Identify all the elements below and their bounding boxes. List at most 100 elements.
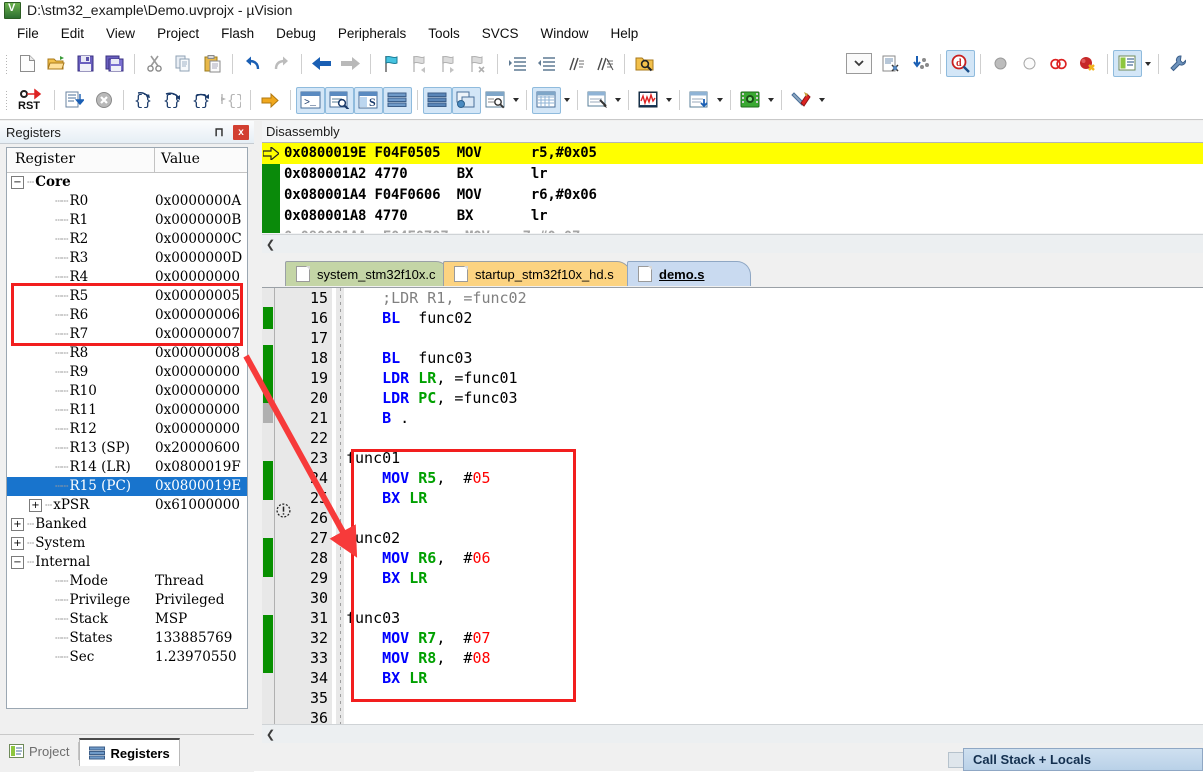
register-row[interactable]: − ┄ Internal [7,553,247,572]
paste-icon[interactable] [198,50,227,77]
editor-code-line[interactable] [346,428,1203,448]
collapse-icon[interactable]: − [11,556,24,569]
register-row[interactable]: ┄┄ R0 0x0000000A [7,192,247,211]
warning-breakpoint-icon[interactable] [276,503,291,518]
disassembly-line[interactable]: 0x080001A4 F04F0606 MOV r6,#0x06 [262,185,1203,206]
target-options-icon[interactable] [877,50,906,77]
register-row[interactable]: ┄┄ R6 0x00000006 [7,306,247,325]
disassembly-hscrollbar[interactable]: ❮ [262,234,1203,253]
editor-code-line[interactable]: func02 [346,528,1203,548]
expand-icon[interactable]: + [29,499,42,512]
panel-tab-project[interactable]: Project [0,738,78,764]
registers-tree[interactable]: Register Value − ┄ Core ┄┄ R0 0x0000000A ┄┄ R1 0… [6,147,248,709]
disassembly-line[interactable]: 0x0800019E F04F0505 MOV r5,#0x05 [262,143,1203,164]
register-row[interactable]: ┄┄ R9 0x00000000 [7,363,247,382]
step-over-icon[interactable]: {} [158,87,187,114]
code-editor[interactable]: 15 16 17 18 19 20 21 22 23 24 25 26 27 28 29 30 31 32 33 34… [262,287,1203,743]
register-row[interactable]: ┄┄ R1 0x0000000B [7,211,247,230]
configure-tools-2-icon[interactable] [787,87,816,114]
editor-code-line[interactable]: B . [346,408,1203,428]
pin-icon[interactable]: ⊓ [211,124,227,140]
editor-code-line[interactable]: BX LR [346,668,1203,688]
register-row[interactable]: ┄┄ Sec 1.23970550 [7,648,247,667]
menu-view[interactable]: View [95,23,146,44]
analysis-caret[interactable] [612,88,623,113]
new-file-icon[interactable] [13,50,42,77]
editor-code-line[interactable]: MOV R6, #06 [346,548,1203,568]
scroll-left-icon[interactable]: ❮ [262,726,279,743]
expand-icon[interactable]: + [11,518,24,531]
disassembly-line[interactable]: 0x080001A8 4770 BX lr [262,206,1203,227]
editor-tab-system-stm32f10x-c[interactable]: system_stm32f10x.c [285,261,450,286]
register-row[interactable]: ┄┄ R14 (LR) 0x0800019F [7,458,247,477]
editor-code-line[interactable]: func03 [346,608,1203,628]
editor-code-line[interactable]: BL func03 [346,348,1203,368]
register-row[interactable]: ┄┄ R5 0x00000005 [7,287,247,306]
register-row[interactable]: + ┄ Banked [7,515,247,534]
editor-code-line[interactable]: LDR LR, =func01 [346,368,1203,388]
cut-icon[interactable] [140,50,169,77]
menu-project[interactable]: Project [146,23,210,44]
batch-build-icon[interactable] [906,50,935,77]
register-row[interactable]: ┄┄ R10 0x00000000 [7,382,247,401]
serial-window-icon[interactable] [532,86,561,114]
link-icon[interactable] [1044,50,1073,77]
manage-components-caret[interactable] [1142,51,1153,76]
editor-code-line[interactable] [346,508,1203,528]
run-icon[interactable] [60,87,89,114]
callstack-splitter[interactable] [948,752,964,768]
symbols-window-icon[interactable]: S [354,86,383,114]
register-row[interactable]: ┄┄ Mode Thread [7,572,247,591]
bookmark-toggle-icon[interactable] [376,50,405,77]
disassembly-body[interactable]: 0x0800019E F04F0505 MOV r5,#0x05 0x080001… [262,142,1203,233]
step-into-icon[interactable]: {} [129,87,158,114]
bookmark-next-icon[interactable] [434,50,463,77]
magnifier-debug-icon[interactable]: d [946,50,975,77]
editor-breakpoint-margin[interactable] [275,288,294,725]
comment-icon[interactable] [561,50,590,77]
configure-tools-icon[interactable] [1164,50,1193,77]
reset-cpu-icon[interactable]: RST [13,87,49,114]
editor-code-line[interactable] [346,688,1203,708]
toolbox-2-caret[interactable] [816,88,827,113]
menu-debug[interactable]: Debug [265,23,327,44]
editor-tab-demo-s[interactable]: demo.s [627,261,751,286]
editor-code-line[interactable] [346,328,1203,348]
toolbox-icon[interactable] [736,87,765,114]
editor-code-line[interactable]: BX LR [346,568,1203,588]
manage-components-icon[interactable] [1113,50,1142,77]
editor-code-line[interactable]: func01 [346,448,1203,468]
editor-code-line[interactable]: ;LDR R1, =func02 [346,288,1203,308]
find-in-files-icon[interactable] [630,50,659,77]
editor-tab-startup-stm32f10x-hd-s[interactable]: startup_stm32f10x_hd.s [443,261,631,286]
uncomment-icon[interactable] [590,50,619,77]
menu-file[interactable]: File [6,23,50,44]
editor-code-line[interactable] [346,588,1203,608]
toolbar-grip[interactable] [3,52,11,75]
show-next-statement-icon[interactable] [256,87,285,114]
collapse-icon[interactable]: − [11,176,24,189]
undo-icon[interactable] [238,50,267,77]
register-row[interactable]: ┄┄ R11 0x00000000 [7,401,247,420]
register-row[interactable]: ┄┄ R8 0x00000008 [7,344,247,363]
insert-bookmark-gray-icon[interactable] [986,50,1015,77]
register-row[interactable]: ┄┄ R7 0x00000007 [7,325,247,344]
editor-code-line[interactable]: MOV R8, #08 [346,648,1203,668]
register-row[interactable]: ┄┄ R15 (PC) 0x0800019E [7,477,247,496]
indent-icon[interactable] [503,50,532,77]
editor-code-line[interactable]: BX LR [346,488,1203,508]
register-row[interactable]: ┄┄ Stack MSP [7,610,247,629]
expand-icon[interactable]: + [11,537,24,550]
register-row[interactable]: ┄┄ R2 0x0000000C [7,230,247,249]
menu-tools[interactable]: Tools [417,23,471,44]
watch-window-icon[interactable] [452,86,481,114]
register-row[interactable]: + ┄ System [7,534,247,553]
editor-code-line[interactable]: MOV R7, #07 [346,628,1203,648]
menu-window[interactable]: Window [529,23,599,44]
scroll-left-icon[interactable]: ❮ [262,236,279,253]
disassembly-line[interactable]: 0x080001A2 4770 BX lr [262,164,1203,185]
registers-window-icon[interactable] [383,86,412,114]
navigate-forward-icon[interactable] [336,50,365,77]
register-row[interactable]: + ┄ xPSR 0x61000000 [7,496,247,515]
save-all-icon[interactable] [100,50,129,77]
